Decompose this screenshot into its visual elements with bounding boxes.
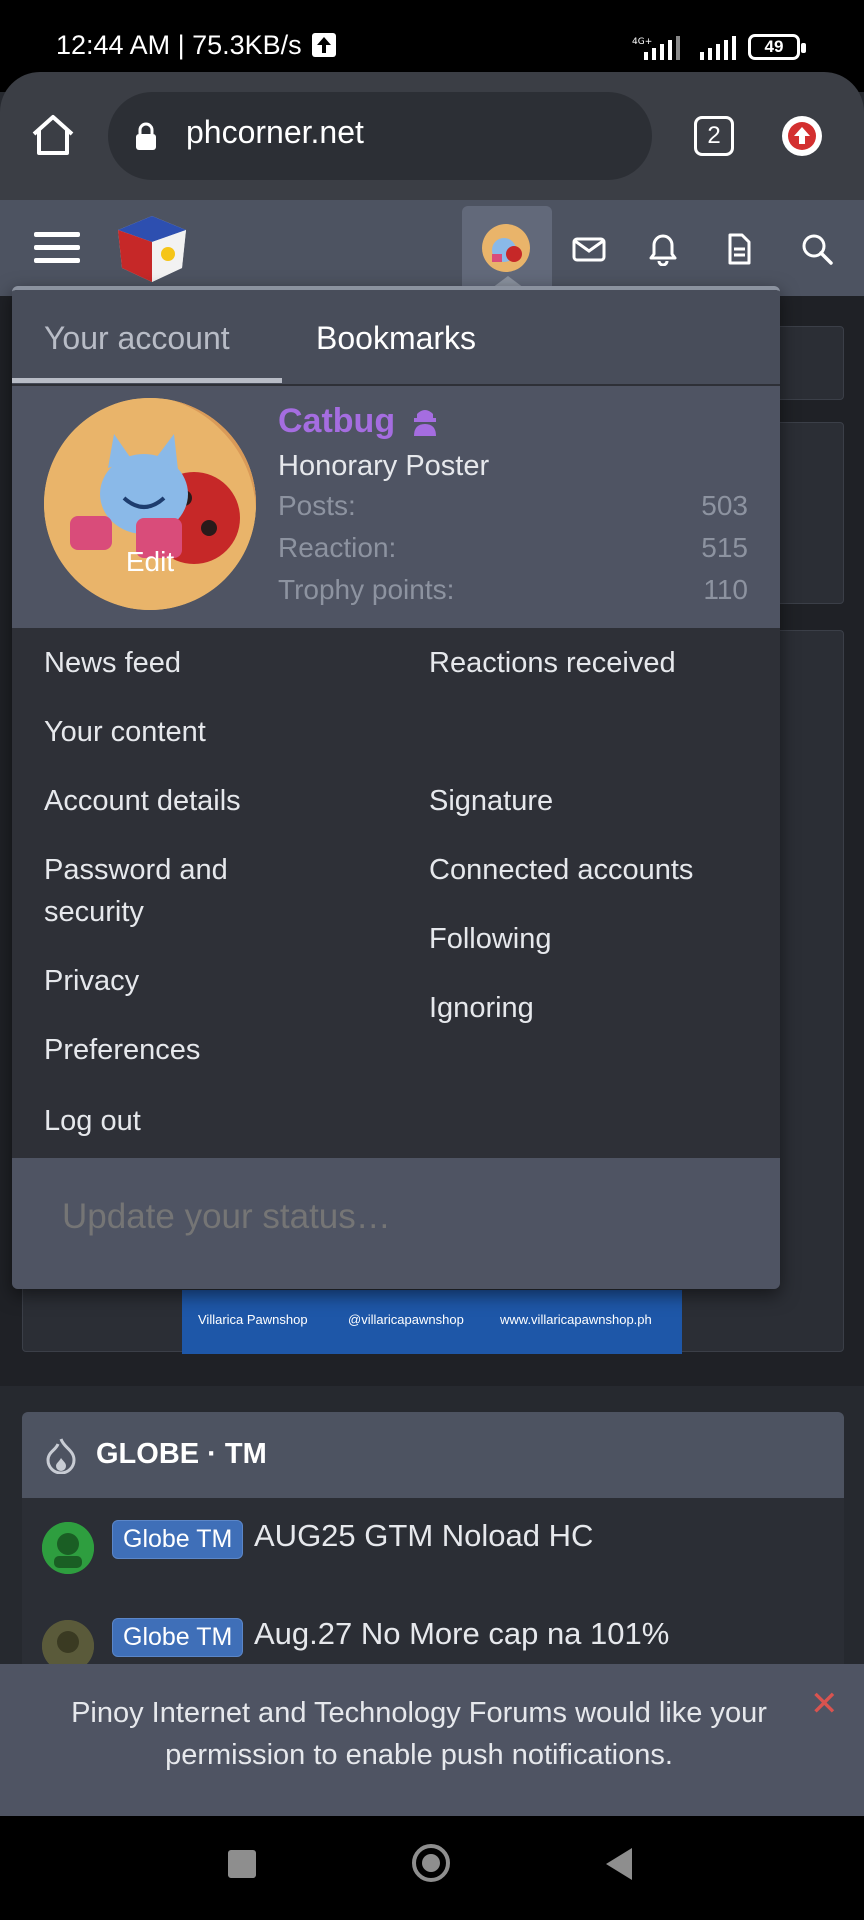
svg-text:4G+: 4G+ <box>632 37 652 47</box>
banner-website: www.villaricapawnshop.ph <box>500 1312 652 1327</box>
section-title: GLOBE · TM <box>96 1438 267 1470</box>
profile-avatar[interactable]: Edit <box>44 398 256 610</box>
push-notification-banner: Pinoy Internet and Technology Forums wou… <box>0 1664 864 1816</box>
stat-posts-value: 503 <box>701 490 748 521</box>
up-arrow-icon <box>788 122 816 150</box>
status-update-box <box>12 1158 780 1289</box>
edit-avatar-label[interactable]: Edit <box>44 546 256 578</box>
tab-bookmarks[interactable]: Bookmarks <box>316 320 476 357</box>
home-icon[interactable] <box>30 112 76 158</box>
browser-toolbar: phcorner.net 2 <box>0 72 864 200</box>
close-icon[interactable]: ✕ <box>810 1684 839 1724</box>
signal-icon <box>700 36 736 60</box>
menu-signature[interactable]: Signature <box>429 780 553 822</box>
thread-prefix-badge[interactable]: Globe TM <box>112 1618 244 1657</box>
menu-your-content[interactable]: Your content <box>44 711 206 753</box>
browser-update-button[interactable] <box>782 116 822 156</box>
stat-reaction-value: 515 <box>701 532 748 563</box>
user-title: Honorary Poster <box>278 450 490 482</box>
banner-instagram: @villaricapawnshop <box>348 1312 464 1327</box>
site-logo[interactable] <box>114 212 190 284</box>
push-notification-text[interactable]: Pinoy Internet and Technology Forums wou… <box>24 1692 814 1776</box>
thread-prefix-badge[interactable]: Globe TM <box>112 1520 244 1559</box>
menu-connected-accounts[interactable]: Connected accounts <box>429 849 693 891</box>
thread-author-avatar[interactable] <box>42 1522 94 1574</box>
ad-banner-footer[interactable]: Villarica Pawnshop @villaricapawnshop ww… <box>182 1290 682 1354</box>
signal-4g-icon: 4G+ <box>632 36 680 60</box>
status-input[interactable] <box>60 1196 724 1238</box>
tab-your-account[interactable]: Your account <box>44 320 230 357</box>
menu-account-details[interactable]: Account details <box>44 780 241 822</box>
menu-ignoring[interactable]: Ignoring <box>429 987 534 1029</box>
menu-news-feed[interactable]: News feed <box>44 642 181 684</box>
back-button[interactable] <box>606 1848 632 1880</box>
stat-trophy-label: Trophy points: <box>278 574 455 605</box>
banner-facebook: Villarica Pawnshop <box>198 1312 308 1327</box>
menu-following[interactable]: Following <box>429 918 552 960</box>
upload-icon <box>312 33 336 57</box>
stat-reaction-label: Reaction: <box>278 532 397 563</box>
mail-icon[interactable] <box>572 232 606 266</box>
profile-summary: Edit Catbug Honorary Poster Posts: 503 R… <box>12 386 780 628</box>
username[interactable]: Catbug <box>278 402 395 441</box>
tab-switcher-button[interactable]: 2 <box>694 116 734 156</box>
thread-title[interactable]: AUG25 GTM Noload HC <box>254 1518 593 1554</box>
menu-log-out[interactable]: Log out <box>44 1100 141 1142</box>
search-icon[interactable] <box>800 232 834 266</box>
bell-icon[interactable] <box>646 232 680 266</box>
thread-row[interactable]: Globe TM AUG25 GTM Noload HC <box>22 1498 844 1597</box>
stat-trophy-value: 110 <box>703 574 748 605</box>
dropdown-tabs: Your account Bookmarks <box>12 290 780 384</box>
header-avatar[interactable] <box>482 224 530 272</box>
catbug-avatar-image <box>44 398 256 610</box>
menu-reactions-received[interactable]: Reactions received <box>429 642 676 684</box>
menu-password-security[interactable]: Password and security <box>44 849 228 933</box>
whats-new-icon[interactable] <box>722 232 756 266</box>
forum-section-header[interactable]: GLOBE · TM <box>22 1412 844 1498</box>
android-nav-bar <box>0 1816 864 1920</box>
status-time: 12:44 AM | 75.3KB/s <box>56 30 302 60</box>
url-text[interactable]: phcorner.net <box>186 114 364 151</box>
hamburger-menu-icon[interactable] <box>34 230 80 266</box>
home-button[interactable] <box>412 1844 450 1882</box>
flame-icon <box>46 1438 76 1474</box>
user-badge-icon <box>414 410 436 436</box>
account-dropdown: Your account Bookmarks Edit Catbug Honor… <box>12 286 780 1289</box>
thread-title[interactable]: Aug.27 No More cap na 101% <box>254 1616 669 1652</box>
battery-icon: 49 <box>748 34 806 60</box>
recents-button[interactable] <box>228 1850 256 1878</box>
lock-icon <box>136 122 156 150</box>
stat-posts-label: Posts: <box>278 490 356 521</box>
menu-preferences[interactable]: Preferences <box>44 1029 200 1071</box>
active-tab-indicator <box>12 378 282 383</box>
menu-privacy[interactable]: Privacy <box>44 960 139 1002</box>
